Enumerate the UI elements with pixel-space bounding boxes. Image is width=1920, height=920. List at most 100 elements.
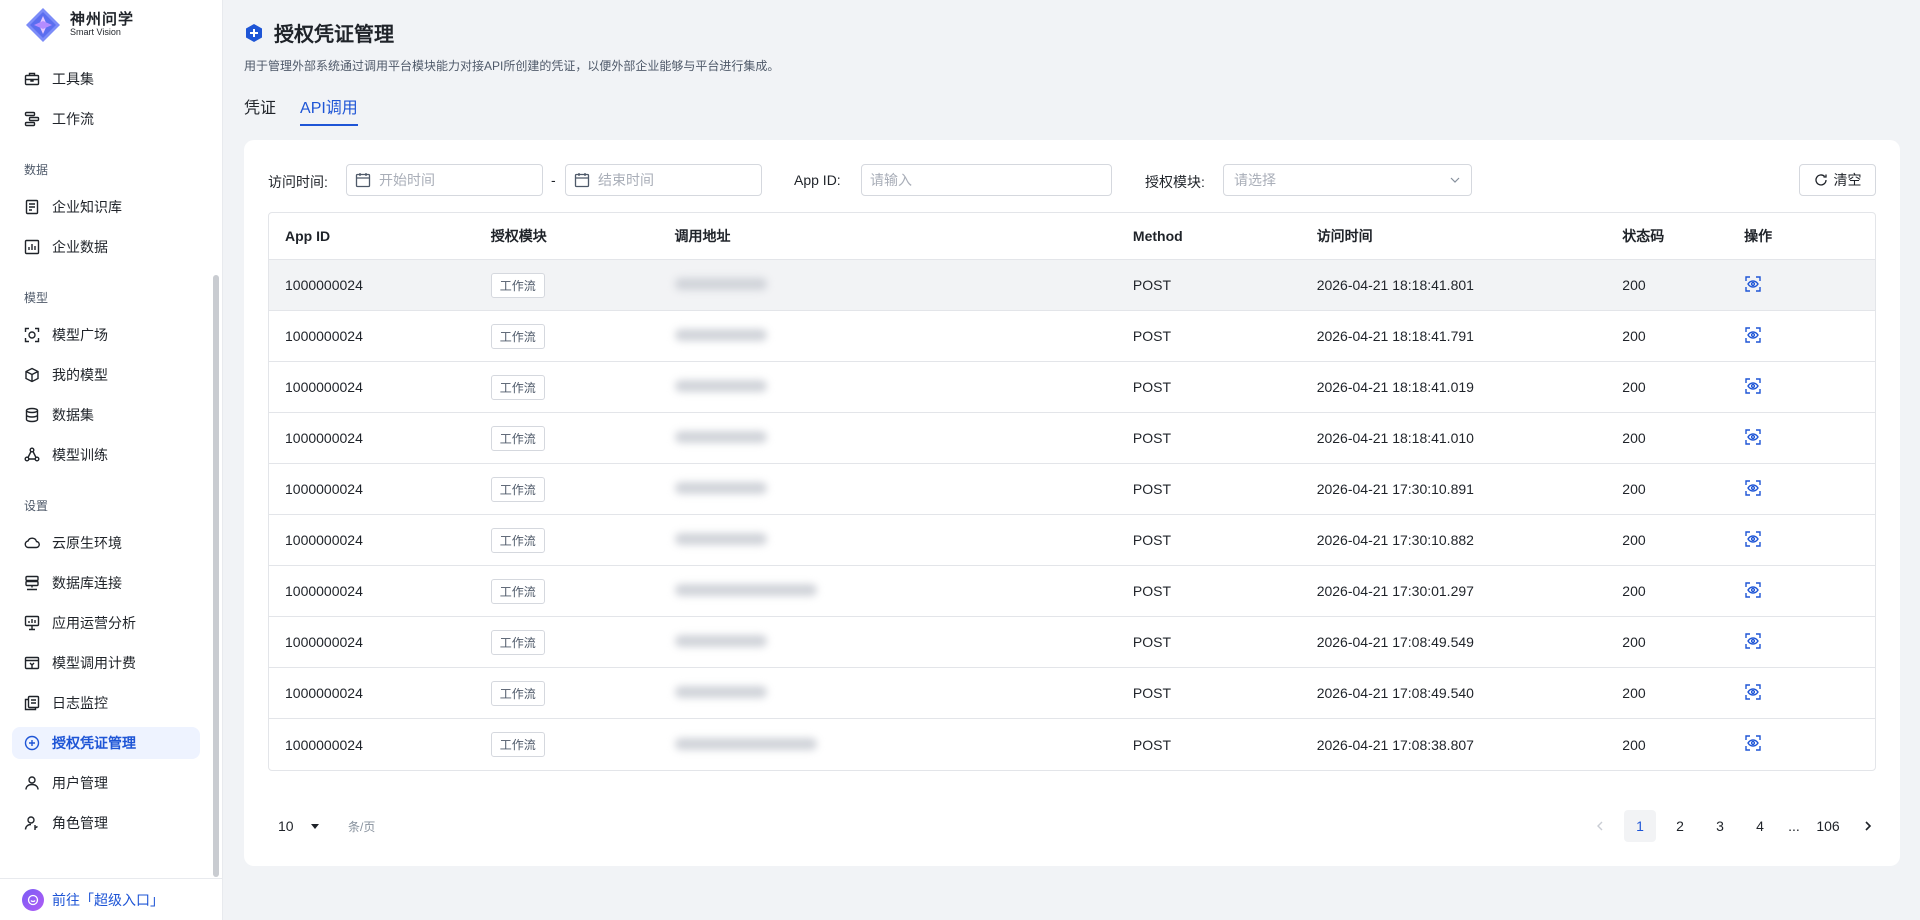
column-header-method: Method xyxy=(1132,228,1183,244)
cell-app-id: 1000000024 xyxy=(285,481,363,497)
sidebar-item-db-connection[interactable]: 数据库连接 xyxy=(12,567,200,599)
sidebar-item-model-training[interactable]: 模型训练 xyxy=(12,439,200,471)
sidebar-item-toolbox[interactable]: 工具集 xyxy=(12,63,200,95)
table-row[interactable]: 1000000024 工作流 POST 2026-04-21 17:08:38.807… xyxy=(269,719,1875,770)
sidebar-item-credentials[interactable]: 授权凭证管理 xyxy=(12,727,200,759)
tab-credentials[interactable]: 凭证 xyxy=(244,94,276,126)
auth-module-label: 授权模块: xyxy=(1145,174,1205,190)
page-button-2[interactable]: 2 xyxy=(1664,810,1696,842)
table-row[interactable]: 1000000024 工作流 POST 2026-04-21 18:18:41.010… xyxy=(269,413,1875,464)
logo-icon xyxy=(26,8,60,42)
module-tag: 工作流 xyxy=(490,629,545,655)
page-button-last[interactable]: 106 xyxy=(1812,810,1844,842)
redacted-endpoint xyxy=(674,482,767,494)
clear-button[interactable]: 清空 xyxy=(1799,164,1876,196)
cell-app-id: 1000000024 xyxy=(285,532,363,548)
table-row[interactable]: 1000000024 工作流 POST 2026-04-21 18:18:41.019… xyxy=(269,362,1875,413)
view-detail-icon[interactable] xyxy=(1744,530,1762,548)
view-detail-icon[interactable] xyxy=(1744,581,1762,599)
super-entry-icon xyxy=(22,888,44,911)
table-body: 1000000024 工作流 POST 2026-04-21 18:18:41.801… xyxy=(269,260,1875,770)
table-row[interactable]: 1000000024 工作流 POST 2026-04-21 17:08:49.540… xyxy=(269,668,1875,719)
sidebar-item-knowledge-base[interactable]: 企业知识库 xyxy=(12,191,200,223)
sidebar-item-cloud-env[interactable]: 云原生环境 xyxy=(12,527,200,559)
cell-endpoint xyxy=(674,430,1133,446)
start-time-input[interactable]: 开始时间 xyxy=(346,164,543,196)
cell-method: POST xyxy=(1132,583,1172,599)
api-call-table: App ID 授权模块 调用地址 Method 访问时间 状态码 操作 1000… xyxy=(268,212,1876,771)
table-row[interactable]: 1000000024 工作流 POST 2026-04-21 18:18:41.791… xyxy=(269,311,1875,362)
page-button-4[interactable]: 4 xyxy=(1744,810,1776,842)
sidebar-item-model-billing[interactable]: 模型调用计费 xyxy=(12,647,200,679)
table-row[interactable]: 1000000024 工作流 POST 2026-04-21 18:18:41.801… xyxy=(269,260,1875,311)
calendar-icon xyxy=(355,173,371,188)
cell-module: 工作流 xyxy=(490,272,675,298)
table-row[interactable]: 1000000024 工作流 POST 2026-04-21 17:08:49.549… xyxy=(269,617,1875,668)
cell-status: 200 xyxy=(1622,481,1646,497)
cell-access-time: 2026-04-21 17:30:01.297 xyxy=(1316,583,1474,599)
view-detail-icon[interactable] xyxy=(1744,377,1762,395)
sidebar-item-label: 日志监控 xyxy=(52,695,108,711)
cell-endpoint xyxy=(674,277,1133,293)
sidebar-item-role-management[interactable]: 角色管理 xyxy=(12,807,200,839)
view-detail-icon[interactable] xyxy=(1744,428,1762,446)
column-header-app-id: App ID xyxy=(285,228,331,244)
module-tag: 工作流 xyxy=(490,578,545,604)
cell-actions xyxy=(1744,377,1875,398)
column-header-actions: 操作 xyxy=(1744,228,1773,244)
page-size-select[interactable]: 10 xyxy=(268,810,330,842)
cell-endpoint xyxy=(674,379,1133,395)
page-ellipsis[interactable]: ... xyxy=(1784,810,1804,842)
sidebar-item-workflow[interactable]: 工作流 xyxy=(12,103,200,135)
cell-endpoint xyxy=(674,583,1133,599)
cell-app-id: 1000000024 xyxy=(285,430,363,446)
sidebar-item-my-models[interactable]: 我的模型 xyxy=(12,359,200,391)
redacted-endpoint xyxy=(674,278,767,290)
cell-module: 工作流 xyxy=(490,732,675,757)
cell-access-time: 2026-04-21 18:18:41.801 xyxy=(1316,277,1474,293)
cell-method: POST xyxy=(1132,532,1172,548)
table-row[interactable]: 1000000024 工作流 POST 2026-04-21 17:30:10.882… xyxy=(269,515,1875,566)
column-header-endpoint: 调用地址 xyxy=(674,228,731,244)
cell-method: POST xyxy=(1132,430,1172,446)
view-detail-icon[interactable] xyxy=(1744,734,1762,752)
view-detail-icon[interactable] xyxy=(1744,683,1762,701)
brand-logo[interactable]: 神州问学 Smart Vision xyxy=(24,6,134,44)
sidebar-item-enterprise-data[interactable]: 企业数据 xyxy=(12,231,200,263)
prev-page-button[interactable] xyxy=(1584,810,1616,842)
end-time-input[interactable]: 结束时间 xyxy=(565,164,762,196)
view-detail-icon[interactable] xyxy=(1744,275,1762,293)
sidebar-item-user-management[interactable]: 用户管理 xyxy=(12,767,200,799)
sidebar-item-log-monitor[interactable]: 日志监控 xyxy=(12,687,200,719)
view-detail-icon[interactable] xyxy=(1744,326,1762,344)
page-button-1[interactable]: 1 xyxy=(1624,810,1656,842)
sidebar-item-model-square[interactable]: 模型广场 xyxy=(12,319,200,351)
app-id-input[interactable] xyxy=(861,164,1112,196)
sidebar-item-label: 模型调用计费 xyxy=(52,655,136,671)
cell-endpoint xyxy=(674,634,1133,650)
table-row[interactable]: 1000000024 工作流 POST 2026-04-21 17:30:10.891… xyxy=(269,464,1875,515)
table-row[interactable]: 1000000024 工作流 POST 2026-04-21 17:30:01.297… xyxy=(269,566,1875,617)
page-button-3[interactable]: 3 xyxy=(1704,810,1736,842)
next-page-button[interactable] xyxy=(1852,810,1884,842)
sidebar-scrollbar[interactable] xyxy=(213,275,219,877)
sidebar-item-app-analytics[interactable]: 应用运营分析 xyxy=(12,607,200,639)
credential-title-icon xyxy=(246,23,262,42)
view-detail-icon[interactable] xyxy=(1744,479,1762,497)
module-tag: 工作流 xyxy=(490,732,545,757)
auth-module-select[interactable]: 请选择 xyxy=(1223,164,1472,196)
db-connect-icon xyxy=(22,573,42,593)
chevron-right-icon xyxy=(1865,821,1872,831)
view-detail-icon[interactable] xyxy=(1744,632,1762,650)
cell-module: 工作流 xyxy=(490,629,675,655)
calendar-icon xyxy=(574,173,590,188)
page-description: 用于管理外部系统通过调用平台模块能力对接API所创建的凭证，以便外部企业能够与平… xyxy=(244,59,780,73)
start-time-placeholder: 开始时间 xyxy=(379,172,435,188)
sidebar-item-datasets[interactable]: 数据集 xyxy=(12,399,200,431)
super-entry-link[interactable]: 前往「超级入口」 xyxy=(0,878,223,920)
cell-actions xyxy=(1744,326,1875,347)
tab-api-calls[interactable]: API调用 xyxy=(300,94,358,126)
module-tag: 工作流 xyxy=(490,425,545,451)
cell-status: 200 xyxy=(1622,736,1646,753)
redacted-endpoint xyxy=(674,431,767,443)
